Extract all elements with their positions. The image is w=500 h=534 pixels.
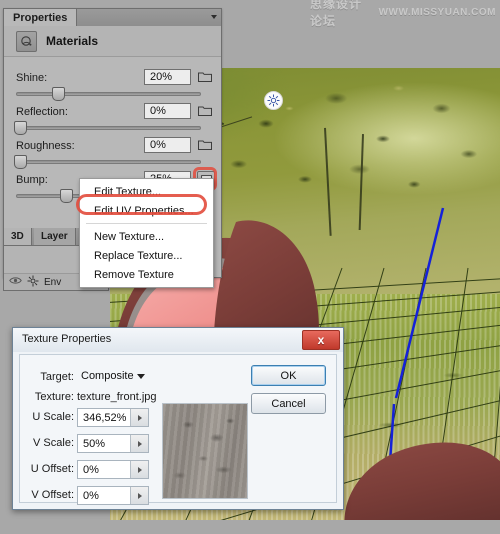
menu-item-edit-uv-properties[interactable]: Edit UV Properties... (80, 201, 213, 220)
v-offset-field[interactable]: 0% (77, 486, 149, 505)
watermark-url-text: WWW.MISSYUAN.COM (379, 7, 496, 18)
u-scale-stepper[interactable] (130, 409, 148, 426)
target-label: Target: (30, 371, 74, 383)
texture-filename: texture_front.jpg (77, 391, 227, 403)
materials-header: Materials (4, 26, 221, 57)
u-offset-value: 0% (78, 464, 130, 476)
stepper-arrow-icon (138, 467, 142, 473)
folder-glyph (198, 139, 212, 151)
light-gizmo-glyph (267, 94, 280, 107)
texture-context-menu: Edit Texture... Edit UV Properties... Ne… (79, 178, 214, 288)
property-row-shine: Shine: 20% (4, 71, 221, 105)
shine-slider-thumb[interactable] (52, 87, 65, 101)
v-offset-label: V Offset: (22, 489, 74, 501)
texture-label: Texture: (30, 391, 74, 403)
menu-item-edit-texture[interactable]: Edit Texture... (80, 182, 213, 201)
tab-properties-label: Properties (13, 12, 67, 24)
shine-value-field[interactable]: 20% (144, 69, 191, 85)
close-icon-label: x (318, 333, 325, 347)
u-scale-value: 346,52% (78, 412, 130, 424)
scene-filter-icon[interactable] (27, 275, 39, 290)
target-dropdown[interactable]: Composite (77, 367, 149, 385)
shine-slider-track[interactable] (16, 92, 201, 96)
ok-button-label: OK (281, 370, 297, 382)
3d-object-lower[interactable] (338, 440, 500, 520)
bump-slider-thumb[interactable] (60, 189, 73, 203)
eye-glyph (9, 276, 22, 285)
roughness-label: Roughness: (16, 140, 75, 152)
menu-item-new-texture-label: New Texture... (94, 231, 164, 243)
cancel-button[interactable]: Cancel (251, 393, 326, 414)
menu-item-remove-texture[interactable]: Remove Texture (80, 265, 213, 284)
u-scale-field[interactable]: 346,52% (77, 408, 149, 427)
tab-properties[interactable]: Properties (4, 9, 77, 26)
eye-icon[interactable] (9, 276, 22, 288)
folder-glyph (198, 105, 212, 117)
menu-separator (86, 223, 207, 224)
property-row-roughness: Roughness: 0% (4, 139, 221, 173)
tab-layers[interactable]: Layer (34, 228, 76, 245)
material-sphere-icon (16, 31, 37, 52)
tab-layers-label: Layer (41, 231, 68, 242)
reflection-texture-folder-icon[interactable] (197, 103, 213, 119)
reflection-slider-track[interactable] (16, 126, 201, 130)
target-dropdown-value: Composite (81, 370, 134, 382)
light-gizmo-icon[interactable] (264, 91, 283, 110)
folder-glyph (198, 71, 212, 83)
shine-texture-folder-icon[interactable] (197, 69, 213, 85)
stepper-arrow-icon (138, 415, 142, 421)
stepper-arrow-icon (138, 493, 142, 499)
chevron-down-icon (137, 374, 145, 379)
close-icon[interactable]: x (302, 330, 340, 350)
roughness-slider-track[interactable] (16, 160, 201, 164)
dialog-title: Texture Properties (22, 333, 111, 345)
tab-3d-label: 3D (11, 231, 24, 242)
menu-item-edit-uv-properties-label: Edit UV Properties... (94, 205, 194, 217)
v-scale-field[interactable]: 50% (77, 434, 149, 453)
roughness-slider-thumb[interactable] (14, 155, 27, 169)
panel-tabbar: Properties (4, 9, 221, 27)
u-scale-label: U Scale: (22, 411, 74, 423)
watermark: 思缘设计论坛 WWW.MISSYUAN.COM (310, 3, 496, 21)
panel-menu-chevron-down-icon[interactable] (211, 15, 217, 19)
menu-item-replace-texture[interactable]: Replace Texture... (80, 246, 213, 265)
u-offset-field[interactable]: 0% (77, 460, 149, 479)
dialog-titlebar[interactable]: Texture Properties x (13, 328, 343, 352)
v-scale-value: 50% (78, 438, 130, 450)
texture-preview-thumbnail (162, 403, 248, 499)
watermark-cn-text: 思缘设计论坛 (310, 0, 373, 29)
menu-item-edit-texture-label: Edit Texture... (94, 186, 161, 198)
tab-3d[interactable]: 3D (4, 228, 32, 245)
materials-title: Materials (46, 34, 98, 48)
reflection-value-field[interactable]: 0% (144, 103, 191, 119)
stepper-arrow-icon (138, 441, 142, 447)
menu-item-replace-texture-label: Replace Texture... (94, 250, 182, 262)
bump-label: Bump: (16, 174, 48, 186)
roughness-texture-folder-icon[interactable] (197, 137, 213, 153)
roughness-value-field[interactable]: 0% (144, 137, 191, 153)
env-label: Env (44, 277, 61, 288)
menu-item-remove-texture-label: Remove Texture (94, 269, 174, 281)
reflection-slider-thumb[interactable] (14, 121, 27, 135)
ok-button[interactable]: OK (251, 365, 326, 386)
u-offset-label: U Offset: (22, 463, 74, 475)
v-offset-value: 0% (78, 490, 130, 502)
v-scale-stepper[interactable] (130, 435, 148, 452)
v-scale-label: V Scale: (22, 437, 74, 449)
u-offset-stepper[interactable] (130, 461, 148, 478)
scene-filter-glyph (27, 275, 39, 287)
v-offset-stepper[interactable] (130, 487, 148, 504)
shine-label: Shine: (16, 72, 47, 84)
reflection-label: Reflection: (16, 106, 68, 118)
texture-properties-dialog: Texture Properties x Target: Composite T… (12, 327, 344, 510)
cancel-button-label: Cancel (271, 398, 305, 410)
menu-item-new-texture[interactable]: New Texture... (80, 227, 213, 246)
property-row-reflection: Reflection: 0% (4, 105, 221, 139)
dialog-body: Target: Composite Texture: texture_front… (19, 354, 337, 503)
material-sphere-glyph (20, 35, 33, 48)
